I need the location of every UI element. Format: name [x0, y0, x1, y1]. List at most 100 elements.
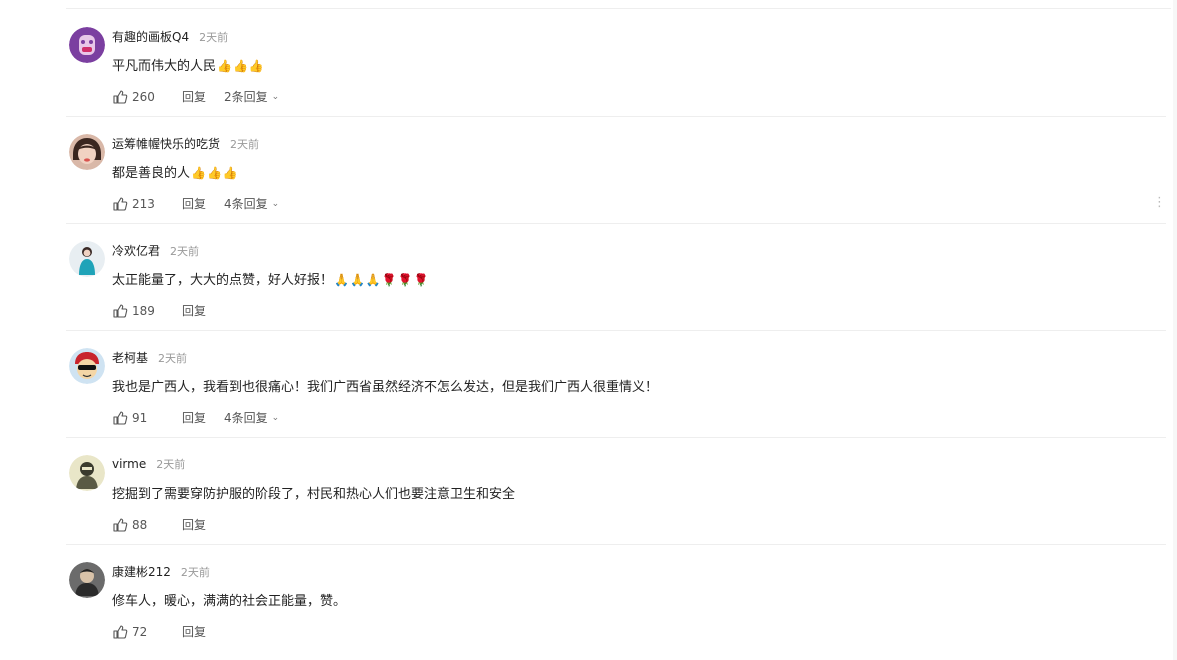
chevron-down-icon: ⌄	[271, 91, 280, 102]
reply-button[interactable]: 回复	[182, 195, 206, 212]
thumbs-up-emoji: 👍	[217, 59, 232, 73]
thumbs-up-icon	[113, 303, 128, 318]
comment-actions: 91 回复 4条回复 ⌄	[112, 409, 279, 426]
avatar[interactable]	[69, 241, 105, 277]
username-row: 有趣的画板Q4 2天前	[112, 28, 228, 45]
comment-text: 挖掘到了需要穿防护服的阶段了，村民和热心人们也要注意卫生和安全	[112, 487, 516, 502]
avatar[interactable]	[69, 27, 105, 63]
reply-button[interactable]: 回复	[182, 409, 206, 426]
like-button[interactable]: 91	[112, 410, 182, 426]
reply-count: 2条回复	[224, 90, 268, 104]
comment-item: 康建彬212 2天前 修车人，暖心，满满的社会正能量，赞。 72 回复	[66, 545, 1166, 652]
avatar-image	[69, 27, 105, 63]
top-divider	[66, 8, 1171, 9]
username-row: 老柯基 2天前	[112, 349, 187, 366]
comment-text: 都是善良的人	[112, 166, 191, 181]
thumbs-up-icon	[113, 89, 128, 104]
expand-replies-button[interactable]: 2条回复 ⌄	[224, 88, 279, 105]
comment-text-row: 我也是广西人，我看到也很痛心！我们广西省虽然经济不怎么发达，但是我们广西人很重情…	[112, 376, 658, 395]
comment-text: 修车人，暖心，满满的社会正能量，赞。	[112, 594, 347, 609]
thumbs-up-icon	[113, 517, 128, 532]
like-button[interactable]: 88	[112, 517, 182, 533]
like-button[interactable]: 213	[112, 196, 182, 212]
thumbs-up-icon	[113, 410, 128, 425]
thumbs-up-icon	[113, 196, 128, 211]
comment-time: 2天前	[158, 352, 188, 365]
thumbs-up-emoji: 👍	[248, 59, 264, 73]
pray-emoji: 🙏	[334, 273, 349, 287]
comment-time: 2天前	[156, 458, 186, 471]
like-button[interactable]: 260	[112, 89, 182, 105]
username[interactable]: 有趣的画板Q4	[112, 30, 189, 44]
comment-text-row: 修车人，暖心，满满的社会正能量，赞。	[112, 590, 346, 609]
avatar[interactable]	[69, 348, 105, 384]
like-count: 91	[132, 410, 148, 425]
comment-text-row: 太正能量了，大大的点赞，好人好报！🙏🙏🙏🌹🌹🌹	[112, 269, 429, 288]
username-row: 冷欢亿君 2天前	[112, 242, 199, 259]
avatar[interactable]	[69, 134, 105, 170]
scrollbar-track[interactable]	[1173, 0, 1177, 660]
username[interactable]: virme	[112, 457, 146, 471]
comment-text-row: 挖掘到了需要穿防护服的阶段了，村民和热心人们也要注意卫生和安全	[112, 483, 515, 502]
reply-count: 4条回复	[224, 197, 268, 211]
comment-text: 我也是广西人，我看到也很痛心！我们广西省虽然经济不怎么发达，但是我们广西人很重情…	[112, 380, 659, 395]
comment-text: 平凡而伟大的人民	[112, 59, 217, 74]
comment-actions: 213 回复 4条回复 ⌄	[112, 195, 279, 212]
expand-replies-button[interactable]: 4条回复 ⌄	[224, 195, 279, 212]
reply-button[interactable]: 回复	[182, 516, 206, 533]
expand-replies-button[interactable]: 4条回复 ⌄	[224, 409, 279, 426]
pray-emoji: 🙏	[349, 273, 365, 287]
thumbs-up-emoji: 👍	[222, 166, 238, 180]
rose-emoji: 🌹	[381, 273, 397, 287]
rose-emoji: 🌹	[397, 273, 413, 287]
like-button[interactable]: 72	[112, 624, 182, 640]
username-row: 康建彬212 2天前	[112, 563, 210, 580]
like-button[interactable]: 189	[112, 303, 182, 319]
avatar[interactable]	[69, 455, 105, 491]
reply-button[interactable]: 回复	[182, 302, 206, 319]
reply-count: 4条回复	[224, 411, 268, 425]
comment-actions: 260 回复 2条回复 ⌄	[112, 88, 279, 105]
comment-actions: 72 回复	[112, 623, 224, 640]
comment-actions: 189 回复	[112, 302, 224, 319]
more-vertical-icon[interactable]: ⋮	[1153, 195, 1166, 210]
comment-item: 运筹帷幄快乐的吃货 2天前 都是善良的人👍👍👍 213 回复 4条回复 ⌄ ⋮	[66, 117, 1166, 224]
avatar-image	[69, 348, 105, 384]
comment-time: 2天前	[180, 566, 210, 579]
avatar-image	[69, 455, 105, 491]
comment-time: 2天前	[230, 138, 260, 151]
comment-text-row: 都是善良的人👍👍👍	[112, 162, 238, 181]
username[interactable]: 冷欢亿君	[112, 244, 160, 258]
comment-item: 老柯基 2天前 我也是广西人，我看到也很痛心！我们广西省虽然经济不怎么发达，但是我…	[66, 331, 1166, 438]
comment-list: 有趣的画板Q4 2天前 平凡而伟大的人民👍👍👍 260 回复 2条回复 ⌄ 运筹…	[0, 0, 1177, 660]
like-count: 72	[132, 624, 148, 639]
avatar-image	[69, 241, 105, 277]
rose-emoji: 🌹	[413, 273, 429, 287]
chevron-down-icon: ⌄	[271, 412, 280, 423]
like-count: 189	[132, 303, 155, 318]
thumbs-up-emoji: 👍	[232, 59, 248, 73]
pray-emoji: 🙏	[365, 273, 381, 287]
comment-item: 冷欢亿君 2天前 太正能量了，大大的点赞，好人好报！🙏🙏🙏🌹🌹🌹 189 回复	[66, 224, 1166, 331]
comment-time: 2天前	[170, 245, 200, 258]
username[interactable]: 运筹帷幄快乐的吃货	[112, 137, 220, 151]
like-count: 88	[132, 517, 148, 532]
username[interactable]: 老柯基	[112, 351, 148, 365]
like-count: 213	[132, 196, 155, 211]
avatar-image	[69, 562, 105, 598]
thumbs-up-emoji: 👍	[191, 166, 206, 180]
comment-text-row: 平凡而伟大的人民👍👍👍	[112, 55, 264, 74]
comment-actions: 88 回复	[112, 516, 224, 533]
reply-button[interactable]: 回复	[182, 623, 206, 640]
avatar[interactable]	[69, 562, 105, 598]
comment-item: virme 2天前 挖掘到了需要穿防护服的阶段了，村民和热心人们也要注意卫生和安全…	[66, 438, 1166, 545]
username[interactable]: 康建彬212	[112, 565, 171, 579]
comment-item: 有趣的画板Q4 2天前 平凡而伟大的人民👍👍👍 260 回复 2条回复 ⌄	[66, 10, 1166, 117]
avatar-image	[69, 134, 105, 170]
like-count: 260	[132, 89, 155, 104]
comment-text: 太正能量了，大大的点赞，好人好报！	[112, 273, 334, 288]
reply-button[interactable]: 回复	[182, 88, 206, 105]
username-row: virme 2天前	[112, 456, 185, 472]
comment-time: 2天前	[199, 31, 229, 44]
thumbs-up-emoji: 👍	[206, 166, 222, 180]
